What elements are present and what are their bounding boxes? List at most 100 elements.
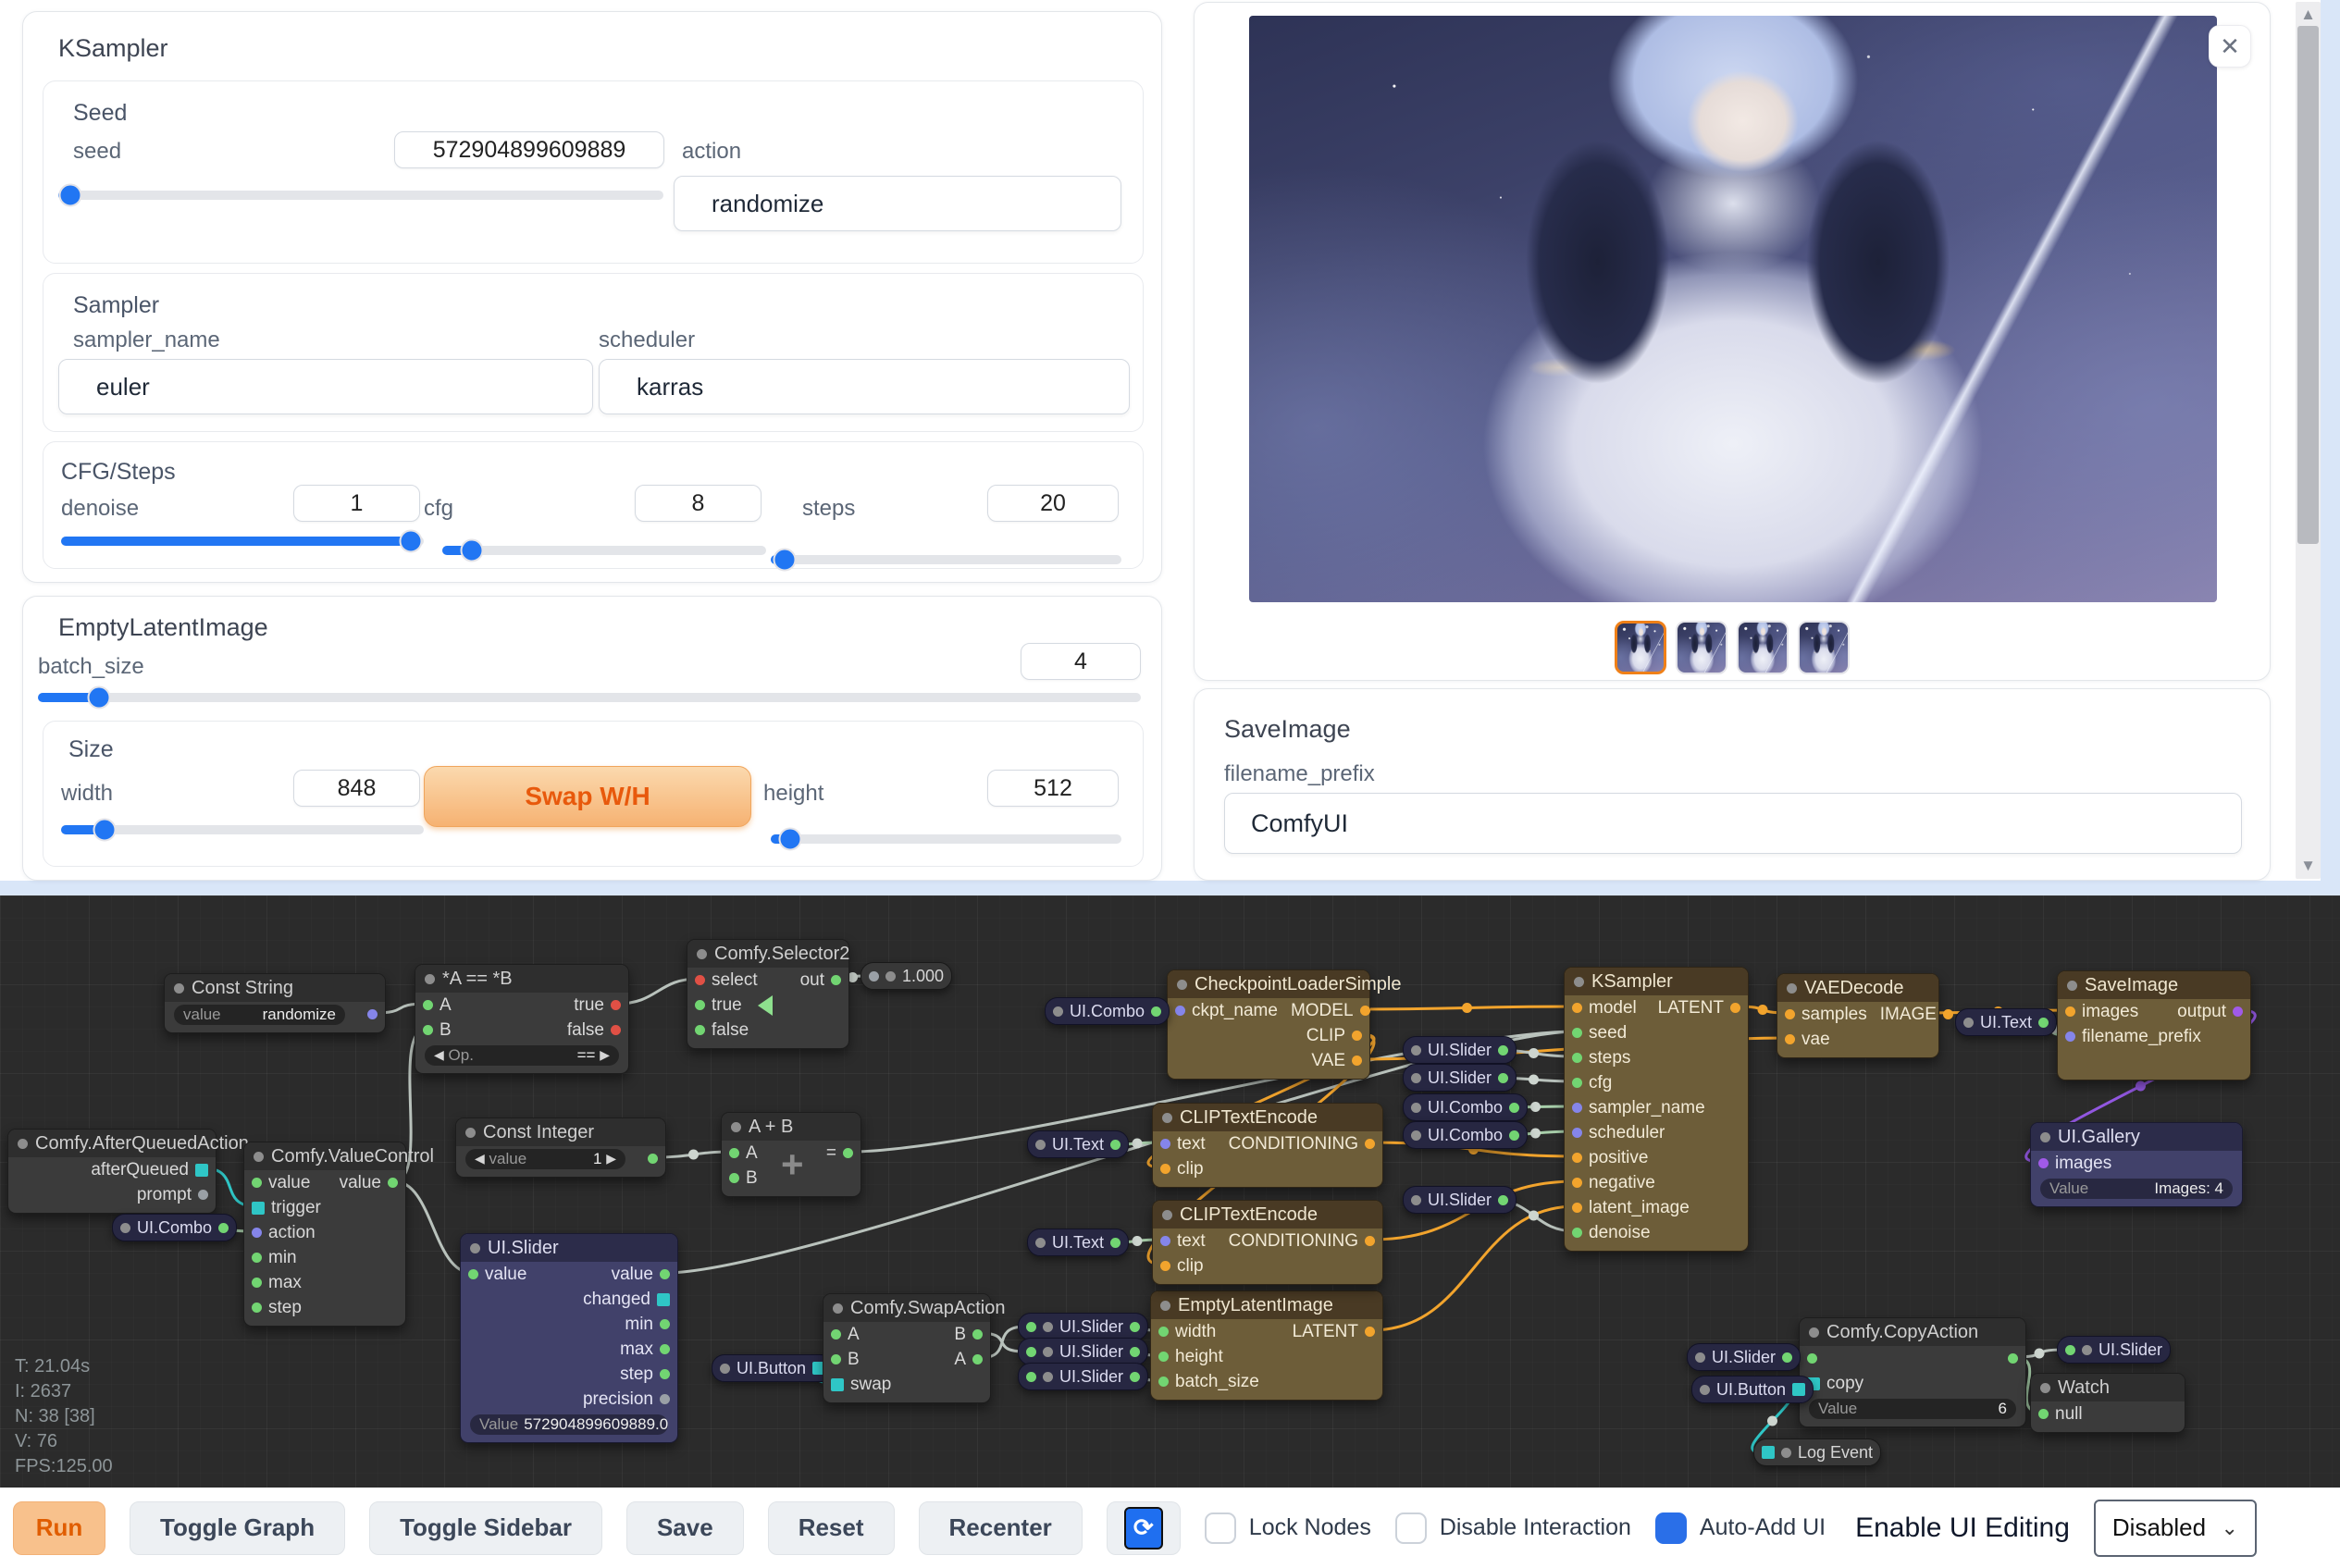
node-watch[interactable]: Watchnull [2030, 1373, 2185, 1433]
port-dot[interactable] [1026, 1372, 1036, 1382]
node-header[interactable]: A + B [722, 1113, 860, 1141]
port-dot[interactable] [2038, 1018, 2049, 1028]
swap-wh-button[interactable]: Swap W/H [424, 766, 751, 827]
collapse-icon[interactable] [1809, 1327, 1819, 1338]
slider-thumb[interactable] [87, 686, 110, 710]
slider-thumb[interactable] [774, 549, 797, 572]
node-a_plus_b[interactable]: A + BA=B+ [721, 1112, 861, 1197]
port-dot[interactable] [695, 1025, 705, 1035]
collapse-icon[interactable] [1574, 977, 1584, 987]
thumbnail-2[interactable] [1676, 621, 1727, 674]
seed-input[interactable]: 572904899609889 [394, 131, 664, 168]
node-empty_latent[interactable]: EmptyLatentImagewidthLATENTheightbatch_s… [1150, 1290, 1383, 1401]
denoise-slider[interactable] [61, 537, 424, 546]
node-ui_slider_a[interactable]: UI.Slider [1403, 1036, 1517, 1064]
port-dot[interactable] [1160, 1261, 1170, 1271]
port-dot[interactable] [1160, 1139, 1170, 1149]
node-header[interactable]: CheckpointLoaderSimple [1168, 970, 1369, 998]
collapse-icon[interactable] [731, 1122, 741, 1132]
wire-junction-dot[interactable] [1767, 1416, 1777, 1426]
scrollbar-thumb[interactable] [2297, 26, 2319, 544]
collapse-icon[interactable] [833, 1303, 843, 1314]
wire-junction-dot[interactable] [688, 1150, 699, 1160]
wire-junction-dot[interactable] [1462, 1003, 1472, 1013]
wire-junction-dot[interactable] [1529, 1048, 1539, 1058]
node-ui_slider_den[interactable]: UI.Slider [1403, 1186, 1517, 1214]
node-header[interactable]: CLIPTextEncode [1153, 1201, 1382, 1228]
height-slider[interactable] [771, 834, 1121, 844]
node-const_integer[interactable]: Const Integer◀ value1 ▶ [455, 1117, 666, 1178]
collapse-icon[interactable] [1162, 1113, 1172, 1123]
port-dot[interactable] [1730, 1003, 1740, 1013]
collapse-icon[interactable] [1411, 1045, 1421, 1056]
node-after_queued[interactable]: Comfy.AfterQueuedActionafterQueuedprompt [7, 1129, 217, 1214]
port-dot[interactable] [1175, 1006, 1185, 1016]
sampler-name-select[interactable]: euler [58, 359, 593, 414]
filename-prefix-input[interactable]: ComfyUI [1224, 793, 2242, 854]
node-selector2[interactable]: Comfy.Selector2selectouttruefalse [687, 939, 849, 1049]
wire-junction-dot[interactable] [1529, 1211, 1539, 1221]
node-copy_action[interactable]: Comfy.CopyActioncopyValue6 [1799, 1317, 2026, 1427]
collapse-icon[interactable] [120, 1223, 130, 1233]
port-dot[interactable] [1572, 1003, 1582, 1013]
node-header[interactable]: SaveImage [2058, 971, 2250, 999]
port-dot[interactable] [1572, 1203, 1582, 1213]
node-header[interactable]: EmptyLatentImage [1151, 1291, 1382, 1319]
wire-junction-dot[interactable] [1758, 1005, 1768, 1015]
thumbnail-4[interactable] [1798, 621, 1850, 674]
disable-interaction-checkbox[interactable] [1395, 1512, 1427, 1544]
wire-junction-dot[interactable] [2136, 1081, 2146, 1092]
node-ui_combo_3[interactable]: UI.Combo [1403, 1093, 1528, 1121]
port-dot[interactable] [1130, 1322, 1140, 1332]
port-dot[interactable] [1572, 1228, 1582, 1238]
slider-thumb[interactable] [93, 819, 117, 842]
port-dot[interactable] [2008, 1353, 2018, 1364]
node-clip_encode_2[interactable]: CLIPTextEncodetextCONDITIONINGclip [1152, 1200, 1383, 1285]
port-dot[interactable] [1807, 1353, 1817, 1364]
port-dot[interactable] [1130, 1347, 1140, 1357]
port-dot[interactable] [423, 1000, 433, 1010]
collapse-icon[interactable] [1043, 1372, 1053, 1382]
port-dot[interactable] [1509, 1103, 1519, 1113]
port-dot[interactable] [1572, 1153, 1582, 1163]
steps-slider[interactable] [771, 555, 1121, 564]
port-dot[interactable] [1365, 1327, 1375, 1337]
port-dot[interactable] [2065, 1345, 2075, 1355]
scroll-down-icon[interactable]: ▼ [2296, 857, 2321, 875]
port-dot[interactable] [1110, 1140, 1120, 1150]
node-header[interactable]: UI.Slider [461, 1234, 677, 1262]
port-dot[interactable] [1572, 1028, 1582, 1038]
node-header[interactable]: CLIPTextEncode [1153, 1104, 1382, 1131]
port-dot[interactable] [1158, 1377, 1169, 1387]
port-dot[interactable] [1498, 1045, 1508, 1056]
node-widget[interactable]: Value6 [1809, 1399, 2016, 1419]
node-out_1000[interactable]: 1.000 [860, 962, 952, 990]
lock-nodes-checkbox[interactable] [1205, 1512, 1236, 1544]
node-header[interactable]: Comfy.AfterQueuedAction [8, 1130, 216, 1157]
port-dot[interactable] [831, 1354, 841, 1364]
port-dot[interactable] [1782, 1352, 1792, 1363]
port-dot[interactable] [972, 1329, 983, 1340]
wire-junction-dot[interactable] [1133, 1139, 1143, 1149]
port-dot[interactable] [252, 1253, 262, 1263]
port-dot[interactable] [1785, 1034, 1795, 1044]
port-dot[interactable] [198, 1190, 208, 1200]
port-dot[interactable] [660, 1394, 670, 1404]
port-dot[interactable] [1762, 1446, 1775, 1459]
port-dot[interactable] [1509, 1130, 1519, 1141]
port-dot[interactable] [1572, 1178, 1582, 1188]
save-button[interactable]: Save [626, 1501, 744, 1555]
node-swap_action[interactable]: Comfy.SwapActionABBAswap [823, 1293, 991, 1403]
seed-slider[interactable] [58, 191, 663, 200]
collapse-icon[interactable] [1160, 1301, 1170, 1311]
port-dot[interactable] [195, 1164, 208, 1177]
node-widget[interactable]: ◀ Op.== ▶ [425, 1045, 619, 1066]
collapse-icon[interactable] [465, 1128, 476, 1138]
slider-thumb[interactable] [59, 184, 82, 207]
node-ui_slider_R[interactable]: UI.Slider [2057, 1336, 2171, 1364]
port-dot[interactable] [1130, 1372, 1140, 1382]
port-dot[interactable] [660, 1319, 670, 1329]
port-dot[interactable] [648, 1154, 658, 1164]
recenter-button[interactable]: Recenter [919, 1501, 1083, 1555]
node-ui_slider_s2[interactable]: UI.Slider [1018, 1338, 1148, 1365]
